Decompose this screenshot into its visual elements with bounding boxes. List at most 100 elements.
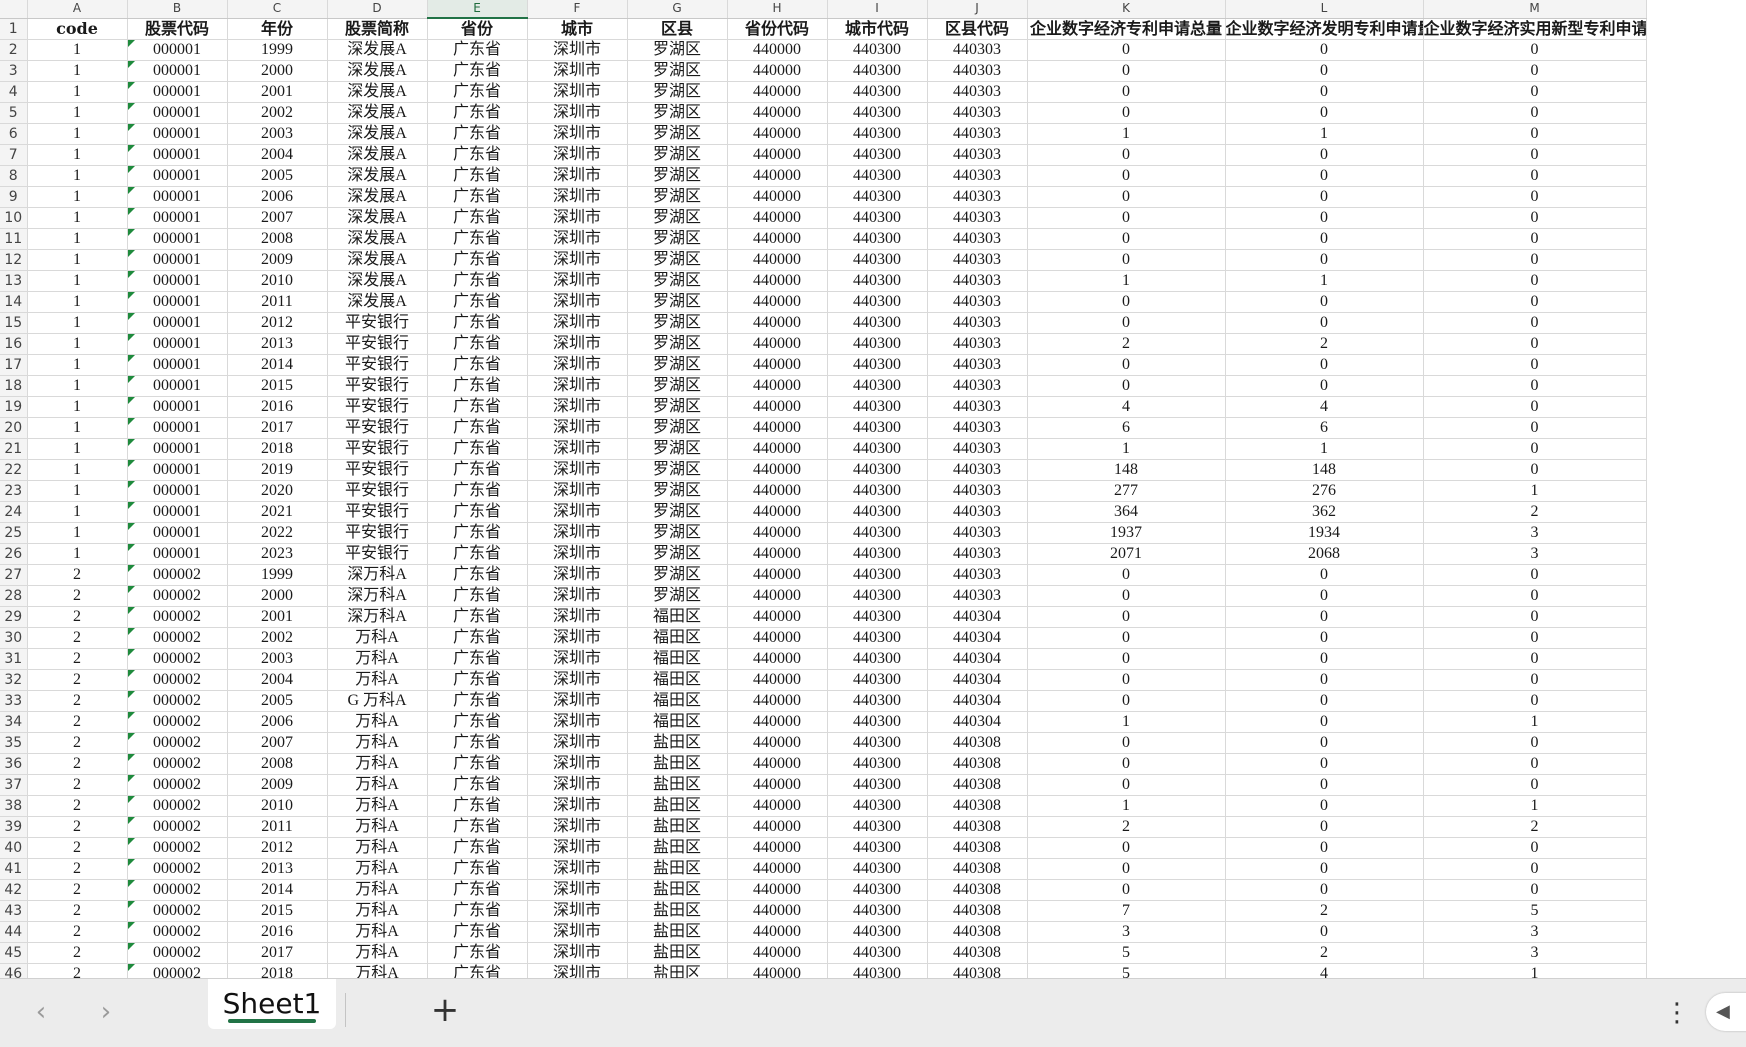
table-cell[interactable]: 440300 [827,81,928,103]
table-cell[interactable]: 深圳市 [527,417,628,439]
table-cell[interactable]: 0 [1225,312,1424,334]
table-cell[interactable]: 深圳市 [527,942,628,964]
row-header[interactable]: 18 [0,375,28,397]
table-cell[interactable]: 6 [1027,417,1226,439]
table-cell[interactable]: 深发展A [327,165,428,187]
table-cell[interactable]: 7 [1027,900,1226,922]
table-cell[interactable]: 深圳市 [527,648,628,670]
table-cell[interactable]: 440300 [827,228,928,250]
table-cell[interactable]: 2009 [227,774,328,796]
table-cell[interactable]: 0 [1027,39,1226,61]
table-cell[interactable]: 万科A [327,858,428,880]
table-cell[interactable]: 平安银行 [327,312,428,334]
table-cell[interactable]: 罗湖区 [627,270,728,292]
table-cell[interactable]: 440303 [927,123,1028,145]
table-cell[interactable]: 罗湖区 [627,165,728,187]
table-cell[interactable]: 000002 [127,711,228,733]
table-cell[interactable]: 0 [1423,774,1647,796]
table-cell[interactable]: 440300 [827,963,928,978]
table-cell[interactable]: 深发展A [327,39,428,61]
table-cell[interactable]: 广东省 [427,291,528,313]
table-cell[interactable]: 440000 [727,375,828,397]
table-cell[interactable]: 深圳市 [527,438,628,460]
table-cell[interactable]: 罗湖区 [627,39,728,61]
row-header[interactable]: 5 [0,102,28,124]
table-cell[interactable]: 0 [1225,795,1424,817]
table-cell[interactable]: 2010 [227,795,328,817]
table-cell[interactable]: 深圳市 [527,669,628,691]
table-cell[interactable]: 2007 [227,207,328,229]
table-cell[interactable]: 3 [1423,522,1647,544]
table-cell[interactable]: 000002 [127,669,228,691]
table-cell[interactable]: 福田区 [627,669,728,691]
table-cell[interactable]: 1 [27,123,128,145]
table-cell[interactable]: 深圳市 [527,732,628,754]
header-cell[interactable]: 省份 [427,18,528,40]
table-cell[interactable]: 440308 [927,795,1028,817]
table-cell[interactable]: 2 [27,816,128,838]
table-cell[interactable]: 深圳市 [527,270,628,292]
table-cell[interactable]: 440303 [927,522,1028,544]
table-cell[interactable]: 440308 [927,753,1028,775]
table-cell[interactable]: 1 [1027,123,1226,145]
table-cell[interactable]: 0 [1423,291,1647,313]
row-header[interactable]: 42 [0,879,28,901]
table-cell[interactable]: 深圳市 [527,963,628,978]
table-cell[interactable]: 0 [1225,732,1424,754]
table-cell[interactable]: 广东省 [427,648,528,670]
table-cell[interactable]: 440308 [927,879,1028,901]
table-cell[interactable]: 440000 [727,564,828,586]
table-cell[interactable]: 0 [1027,375,1226,397]
table-cell[interactable]: 2002 [227,627,328,649]
table-cell[interactable]: 440303 [927,375,1028,397]
table-cell[interactable]: 0 [1225,144,1424,166]
table-cell[interactable]: 广东省 [427,858,528,880]
table-cell[interactable]: 广东省 [427,39,528,61]
table-cell[interactable]: 000001 [127,438,228,460]
table-cell[interactable]: 2 [1225,900,1424,922]
table-cell[interactable]: 广东省 [427,396,528,418]
table-cell[interactable]: 1 [27,60,128,82]
table-cell[interactable]: 2002 [227,102,328,124]
table-cell[interactable]: 000001 [127,60,228,82]
table-cell[interactable]: 1 [27,522,128,544]
table-cell[interactable]: 广东省 [427,480,528,502]
table-cell[interactable]: 万科A [327,837,428,859]
table-cell[interactable]: 2 [1225,942,1424,964]
table-cell[interactable]: 万科A [327,921,428,943]
table-cell[interactable]: 深圳市 [527,543,628,565]
table-cell[interactable]: 440000 [727,186,828,208]
table-cell[interactable]: 2021 [227,501,328,523]
table-cell[interactable]: 0 [1423,459,1647,481]
table-cell[interactable]: 盐田区 [627,879,728,901]
table-cell[interactable]: 0 [1225,858,1424,880]
table-cell[interactable]: 深圳市 [527,585,628,607]
table-cell[interactable]: 440000 [727,879,828,901]
table-cell[interactable]: 2 [27,732,128,754]
table-cell[interactable]: 1 [27,501,128,523]
table-cell[interactable]: 0 [1225,60,1424,82]
table-cell[interactable]: 440303 [927,102,1028,124]
table-cell[interactable]: 440303 [927,354,1028,376]
table-cell[interactable]: 440304 [927,690,1028,712]
table-cell[interactable]: 440303 [927,312,1028,334]
row-header[interactable]: 30 [0,627,28,649]
table-cell[interactable]: 2013 [227,858,328,880]
table-cell[interactable]: 440000 [727,774,828,796]
table-cell[interactable]: 000001 [127,354,228,376]
table-cell[interactable]: 深圳市 [527,774,628,796]
table-cell[interactable]: 0 [1423,648,1647,670]
table-cell[interactable]: 440000 [727,900,828,922]
table-cell[interactable]: 000002 [127,585,228,607]
header-cell[interactable]: 区县代码 [927,18,1028,40]
table-cell[interactable]: 万科A [327,795,428,817]
table-cell[interactable]: 440300 [827,396,928,418]
table-cell[interactable]: 1 [1423,795,1647,817]
column-header-h[interactable]: H [727,0,828,19]
row-header[interactable]: 27 [0,564,28,586]
table-cell[interactable]: 深圳市 [527,60,628,82]
table-cell[interactable]: 440303 [927,564,1028,586]
table-cell[interactable]: 440300 [827,501,928,523]
table-cell[interactable]: 2 [27,900,128,922]
table-cell[interactable]: 440303 [927,144,1028,166]
